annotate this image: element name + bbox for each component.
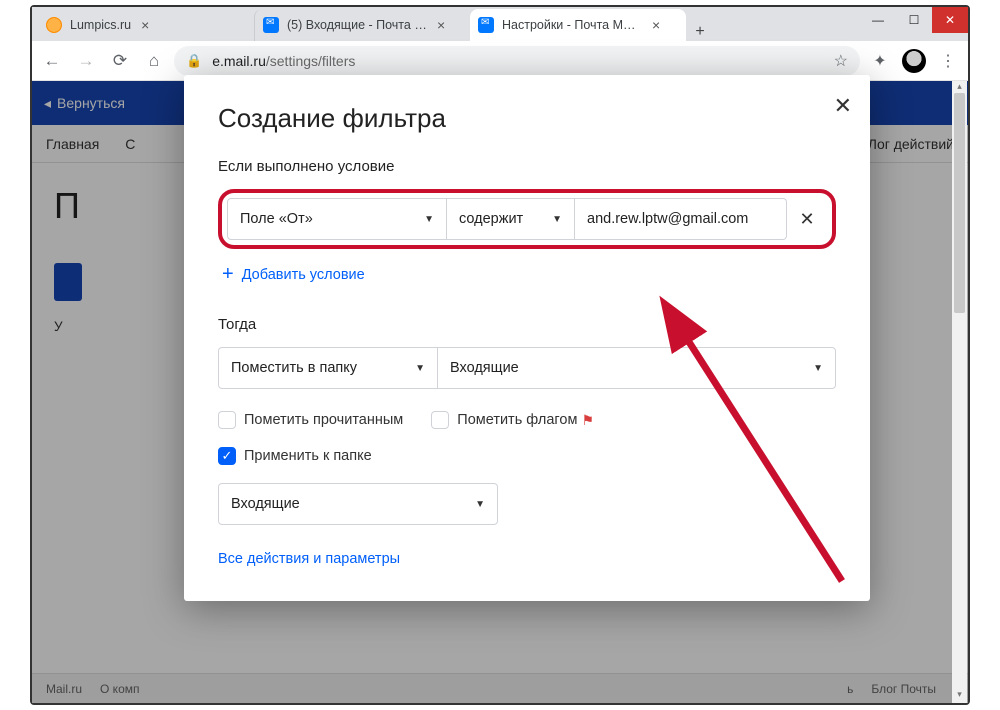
favicon-lumpics bbox=[46, 17, 62, 33]
modal-title: Создание фильтра bbox=[218, 103, 836, 134]
favicon-mail-icon bbox=[263, 17, 279, 33]
new-tab-button[interactable]: + bbox=[686, 23, 714, 41]
select-value: Поле «От» bbox=[240, 211, 313, 227]
select-value: Поместить в папку bbox=[231, 360, 357, 376]
select-value: содержит bbox=[459, 211, 523, 227]
add-condition-label: Добавить условие bbox=[242, 267, 365, 283]
condition-value-input[interactable] bbox=[587, 211, 774, 227]
mark-flag-checkbox[interactable] bbox=[431, 411, 449, 429]
all-actions-link[interactable]: Все действия и параметры bbox=[218, 551, 836, 567]
add-condition-link[interactable]: + Добавить условие bbox=[222, 263, 836, 286]
browser-menu-icon[interactable]: ⋮ bbox=[934, 47, 962, 75]
action-type-select[interactable]: Поместить в папку ▼ bbox=[218, 347, 438, 389]
overlay-scrollbar[interactable]: ▴ ▾ bbox=[952, 81, 967, 703]
browser-titlebar: Lumpics.ru × (5) Входящие - Почта Mail.r… bbox=[32, 7, 968, 41]
mark-read-checkbox[interactable] bbox=[218, 411, 236, 429]
mark-flag-label: Пометить флагом bbox=[457, 412, 577, 428]
tab-close-icon[interactable]: × bbox=[141, 17, 149, 33]
favicon-mail-icon bbox=[478, 17, 494, 33]
avatar-icon bbox=[902, 49, 926, 73]
condition-value-input-wrap bbox=[575, 198, 787, 240]
chevron-down-icon: ▼ bbox=[475, 499, 485, 510]
plus-icon: + bbox=[222, 263, 234, 286]
window-close-button[interactable]: ✕ bbox=[932, 7, 968, 33]
tab-close-icon[interactable]: × bbox=[437, 17, 445, 33]
condition-section-label: Если выполнено условие bbox=[218, 158, 836, 175]
forward-button[interactable]: → bbox=[72, 47, 100, 75]
apply-to-folder-checkbox[interactable]: ✓ bbox=[218, 447, 236, 465]
url-host: e.mail.ru bbox=[212, 53, 266, 69]
extensions-icon[interactable]: ✦ bbox=[866, 47, 894, 75]
window-maximize-button[interactable]: ☐ bbox=[896, 7, 932, 33]
tab-title: Lumpics.ru bbox=[70, 18, 131, 32]
select-value: Входящие bbox=[231, 496, 300, 512]
window-minimize-button[interactable]: — bbox=[860, 7, 896, 33]
flag-icon: ⚑ bbox=[581, 412, 594, 429]
chevron-down-icon: ▼ bbox=[552, 214, 562, 225]
tab-inbox[interactable]: (5) Входящие - Почта Mail.ru × bbox=[254, 9, 470, 41]
create-filter-modal: ✕ Создание фильтра Если выполнено услови… bbox=[184, 75, 870, 601]
bookmark-star-icon[interactable]: ☆ bbox=[834, 51, 848, 71]
tab-title: (5) Входящие - Почта Mail.ru bbox=[287, 18, 427, 32]
lock-icon: 🔒 bbox=[186, 53, 202, 69]
chevron-down-icon: ▼ bbox=[813, 363, 823, 374]
action-row: Поместить в папку ▼ Входящие ▼ bbox=[218, 347, 836, 389]
home-button[interactable]: ⌂ bbox=[140, 47, 168, 75]
chevron-down-icon: ▼ bbox=[424, 214, 434, 225]
modal-overlay: ▴ ▾ ✕ Создание фильтра Если выполнено ус… bbox=[32, 81, 968, 703]
tab-close-icon[interactable]: × bbox=[652, 17, 660, 33]
tab-settings[interactable]: Настройки - Почта Mail.ru × bbox=[470, 9, 686, 41]
condition-row: Поле «От» ▼ содержит ▼ ✕ bbox=[227, 198, 827, 240]
tab-title: Настройки - Почта Mail.ru bbox=[502, 18, 642, 32]
modal-close-button[interactable]: ✕ bbox=[834, 93, 852, 119]
select-value: Входящие bbox=[450, 360, 519, 376]
scrollbar-thumb[interactable] bbox=[954, 93, 965, 313]
condition-operator-select[interactable]: содержит ▼ bbox=[447, 198, 575, 240]
condition-remove-button[interactable]: ✕ bbox=[787, 198, 827, 240]
mark-read-label: Пометить прочитанным bbox=[244, 412, 403, 428]
back-button[interactable]: ← bbox=[38, 47, 66, 75]
then-section-label: Тогда bbox=[218, 316, 836, 333]
condition-row-highlight: Поле «От» ▼ содержит ▼ ✕ bbox=[218, 189, 836, 249]
action-folder-select[interactable]: Входящие ▼ bbox=[438, 347, 836, 389]
profile-avatar[interactable] bbox=[900, 47, 928, 75]
chevron-down-icon: ▼ bbox=[415, 363, 425, 374]
url-path: /settings/filters bbox=[266, 53, 355, 69]
tab-lumpics[interactable]: Lumpics.ru × bbox=[38, 9, 254, 41]
apply-folder-select[interactable]: Входящие ▼ bbox=[218, 483, 498, 525]
apply-to-folder-label: Применить к папке bbox=[244, 448, 372, 464]
address-bar[interactable]: 🔒 e.mail.ru/settings/filters ☆ bbox=[174, 46, 860, 76]
condition-field-select[interactable]: Поле «От» ▼ bbox=[227, 198, 447, 240]
reload-button[interactable]: ⟳ bbox=[106, 47, 134, 75]
